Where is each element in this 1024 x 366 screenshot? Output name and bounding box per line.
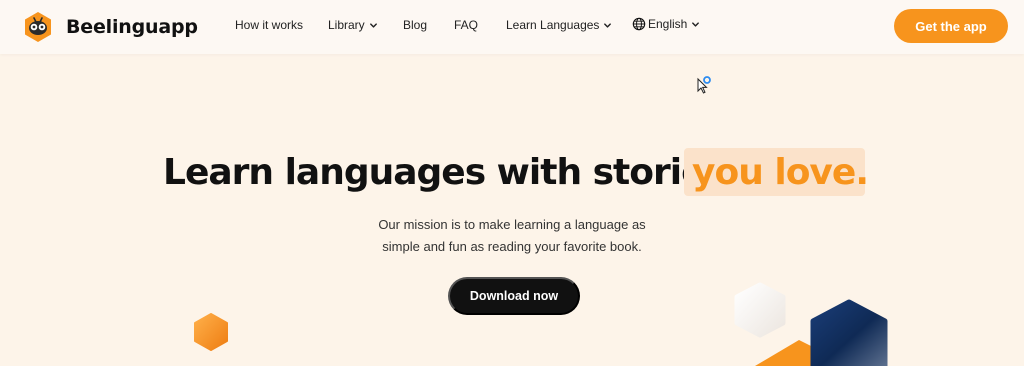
top-navbar: Beelinguapp How it works Library Blog FA…: [0, 0, 1024, 54]
nav-label: Blog: [403, 18, 428, 32]
language-selector[interactable]: English: [632, 17, 700, 31]
mission-line: simple and fun as reading your favorite …: [382, 239, 642, 254]
brand-logo-link[interactable]: Beelinguapp: [22, 11, 198, 43]
chevron-down-icon: [692, 21, 700, 27]
hero-headline: Learn languages with stories you love.: [0, 148, 1024, 198]
orange-hexagon-decoration: [194, 313, 228, 351]
get-the-app-button[interactable]: Get the app: [894, 9, 1008, 43]
mission-line: Our mission is to make learning a langua…: [378, 217, 646, 232]
download-now-button[interactable]: Download now: [448, 277, 580, 315]
nav-label: How it works: [235, 18, 304, 32]
bee-logo-icon: [25, 12, 51, 42]
nav-learn-languages[interactable]: Learn Languages: [506, 18, 612, 32]
nav-label: Learn Languages: [506, 18, 600, 32]
mission-statement: Our mission is to make learning a langua…: [362, 214, 662, 258]
white-hexagon-decoration: [734, 282, 786, 338]
headline-accent-text: you love.: [692, 152, 869, 193]
nav-how-it-works[interactable]: How it works: [235, 18, 303, 32]
navy-hexagon-decoration: [810, 299, 888, 366]
mouse-cursor-icon: [697, 76, 711, 94]
nav-label: FAQ: [454, 18, 479, 32]
nav-blog[interactable]: Blog: [403, 18, 427, 32]
nav-label: Library: [328, 18, 365, 32]
brand-name: Beelinguapp: [66, 16, 198, 38]
headline-text: Learn languages with stories: [163, 152, 726, 193]
nav-library[interactable]: Library: [328, 18, 378, 32]
chevron-down-icon: [369, 22, 377, 28]
nav-faq[interactable]: FAQ: [454, 18, 478, 32]
orange-shape-decoration: [755, 340, 815, 366]
chevron-down-icon: [604, 22, 612, 28]
globe-icon: [632, 17, 646, 31]
language-label: English: [648, 17, 688, 31]
